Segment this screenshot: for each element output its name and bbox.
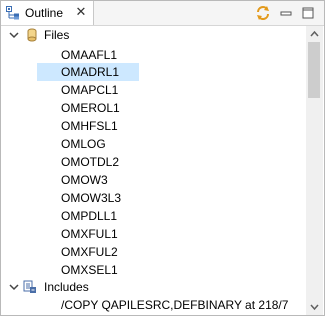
list-item[interactable]: OMOTDL2 — [61, 153, 119, 171]
maximize-icon[interactable] — [300, 5, 316, 21]
vertical-scrollbar[interactable] — [306, 26, 323, 315]
tab-outline[interactable]: Outline ✕ — [1, 1, 94, 25]
list-item[interactable]: /COPY QAPILESRC,DEFBINARY at 218/7 — [61, 296, 288, 314]
list-item[interactable]: OMEROL1 — [61, 99, 120, 117]
list-item-selected[interactable]: OMADRL1 — [37, 63, 139, 81]
list-item[interactable]: OMXFUL1 — [61, 225, 118, 243]
list-item[interactable]: OMOW3 — [61, 171, 108, 189]
tree-node-files[interactable]: Files — [1, 26, 301, 44]
chevron-down-icon[interactable] — [9, 282, 19, 292]
sync-icon[interactable] — [255, 5, 271, 21]
list-item[interactable]: OMXFUL2 — [61, 243, 118, 261]
list-item[interactable]: OMAAFL1 — [61, 46, 117, 64]
list-item[interactable]: OMHFSL1 — [61, 117, 118, 135]
list-item[interactable]: OMLOG — [61, 135, 106, 153]
tab-outline-label: Outline — [25, 6, 64, 20]
scrollbar-thumb[interactable] — [308, 42, 320, 98]
tree-node-label: Files — [44, 28, 70, 42]
list-item[interactable]: OMOW3L3 — [61, 189, 121, 207]
files-icon — [27, 28, 37, 42]
list-item[interactable]: OMPDLL1 — [61, 207, 117, 225]
scroll-up-arrow-icon[interactable] — [306, 26, 323, 42]
outline-tree[interactable]: Files OMAAFL1 OMADRL1 OMAPCL1 OMEROL1 OM… — [1, 26, 306, 315]
list-item[interactable]: OMXSEL1 — [61, 261, 118, 279]
tree-node-label: Includes — [44, 280, 89, 294]
close-icon[interactable]: ✕ — [74, 4, 88, 20]
includes-icon — [23, 280, 36, 293]
chevron-down-icon[interactable] — [9, 30, 19, 40]
tree-node-includes[interactable]: Includes — [1, 278, 301, 296]
list-item[interactable]: OMAPCL1 — [61, 81, 118, 99]
outline-view: Outline ✕ Files OMAAFL1 OMADRL1 OMAPCL1 … — [0, 0, 325, 316]
view-titlebar: Outline ✕ — [1, 1, 324, 26]
outline-icon — [6, 6, 19, 20]
minimize-icon[interactable] — [278, 5, 294, 21]
scroll-down-arrow-icon[interactable] — [306, 299, 323, 315]
